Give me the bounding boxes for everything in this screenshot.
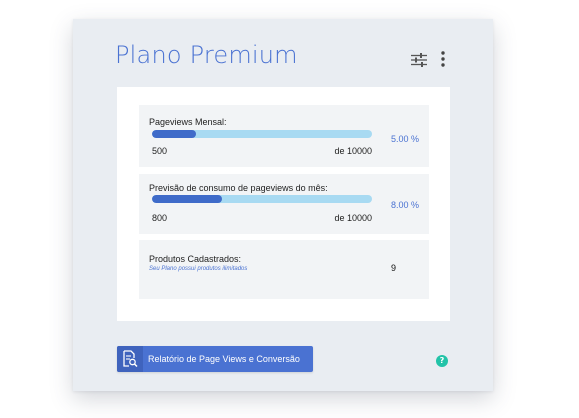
pageviews-label: Pageviews Mensal: (149, 117, 227, 127)
forecast-metric: Previsão de consumo de pageviews do mês:… (139, 174, 429, 234)
forecast-label: Previsão de consumo de pageviews do mês: (149, 183, 328, 193)
plan-title: Plano Premium (115, 41, 298, 69)
report-icon-container (117, 346, 143, 372)
sliders-icon[interactable] (411, 53, 427, 67)
more-vertical-icon[interactable] (438, 50, 448, 68)
pageviews-metric: Pageviews Mensal: 500 de 10000 5.00 % (139, 105, 429, 167)
pageviews-percent: 5.00 % (391, 134, 420, 144)
usage-panel: Pageviews Mensal: 500 de 10000 5.00 % Pr… (117, 87, 450, 321)
pageviews-progress-bar (152, 130, 372, 138)
products-label: Produtos Cadastrados: (149, 254, 242, 264)
report-button-label: Relatório de Page Views e Conversão (148, 354, 300, 364)
document-search-icon (123, 350, 138, 368)
forecast-progress-fill (152, 195, 223, 203)
products-note: Seu Plano possui produtos ilimitados (149, 266, 248, 272)
forecast-limit: de 10000 (334, 213, 372, 223)
forecast-percent: 8.00 % (391, 200, 420, 210)
products-metric: Produtos Cadastrados: Seu Plano possui p… (139, 240, 429, 299)
plan-card: Plano Premium Pageviews Mensal: 500 de 1… (73, 19, 493, 391)
products-count: 9 (391, 263, 397, 273)
pageviews-progress-fill (152, 130, 196, 138)
forecast-used: 800 (152, 213, 168, 223)
forecast-progress-bar (152, 195, 372, 203)
help-button[interactable]: ? (436, 355, 448, 367)
report-button[interactable]: Relatório de Page Views e Conversão (117, 346, 313, 372)
pageviews-limit: de 10000 (334, 146, 372, 156)
pageviews-used: 500 (152, 146, 168, 156)
